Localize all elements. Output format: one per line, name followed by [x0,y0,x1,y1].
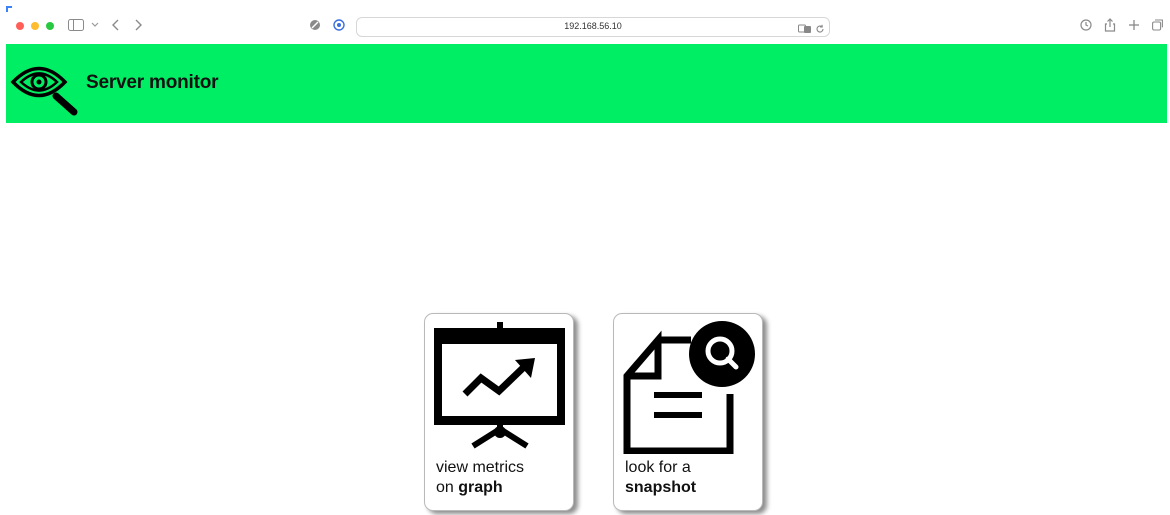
privacy-shield-icon[interactable] [309,16,321,34]
address-text: 192.168.56.10 [564,21,622,31]
chevron-down-icon[interactable] [91,16,99,34]
close-window-button[interactable] [16,22,24,30]
new-tab-plus-icon[interactable] [1128,16,1140,34]
tile-caption-bold: snapshot [625,479,697,496]
sidebar-toggle-icon[interactable] [68,16,84,34]
tile-caption-line2: on graph [436,478,524,498]
eye-magnifier-icon [9,58,85,118]
minimize-window-button[interactable] [31,22,39,30]
document-search-icon [614,314,762,455]
tab-overview-icon[interactable] [1152,16,1164,34]
forward-arrow-icon[interactable] [134,16,142,34]
view-metrics-graph-tile[interactable]: view metrics on graph [424,313,574,511]
look-for-snapshot-tile[interactable]: look for a snapshot [613,313,763,511]
tile-caption-line1: look for a [625,459,691,476]
tile-caption: look for a snapshot [625,458,696,498]
share-icon[interactable] [1104,16,1116,34]
tile-caption-line2: snapshot [625,478,696,498]
site-title: Server monitor [86,72,219,93]
site-header: Server monitor [6,44,1167,123]
tile-caption-line1: view metrics [436,459,525,476]
presentation-chart-icon [425,314,573,454]
browser-toolbar: 192.168.56.10 [0,0,1170,44]
history-clock-icon[interactable] [1080,16,1092,34]
tile-caption: view metrics on graph [436,458,524,498]
tile-caption-prefix: on [436,479,459,496]
address-bar[interactable]: 192.168.56.10 [356,17,830,37]
tile-caption-bold: graph [458,479,503,496]
reload-icon[interactable] [815,21,825,39]
zoom-window-button[interactable] [46,22,54,30]
window-corner-marker [6,6,12,12]
translate-icon[interactable] [798,21,812,39]
extension-compass-icon[interactable] [333,16,345,34]
back-arrow-icon[interactable] [112,16,120,34]
